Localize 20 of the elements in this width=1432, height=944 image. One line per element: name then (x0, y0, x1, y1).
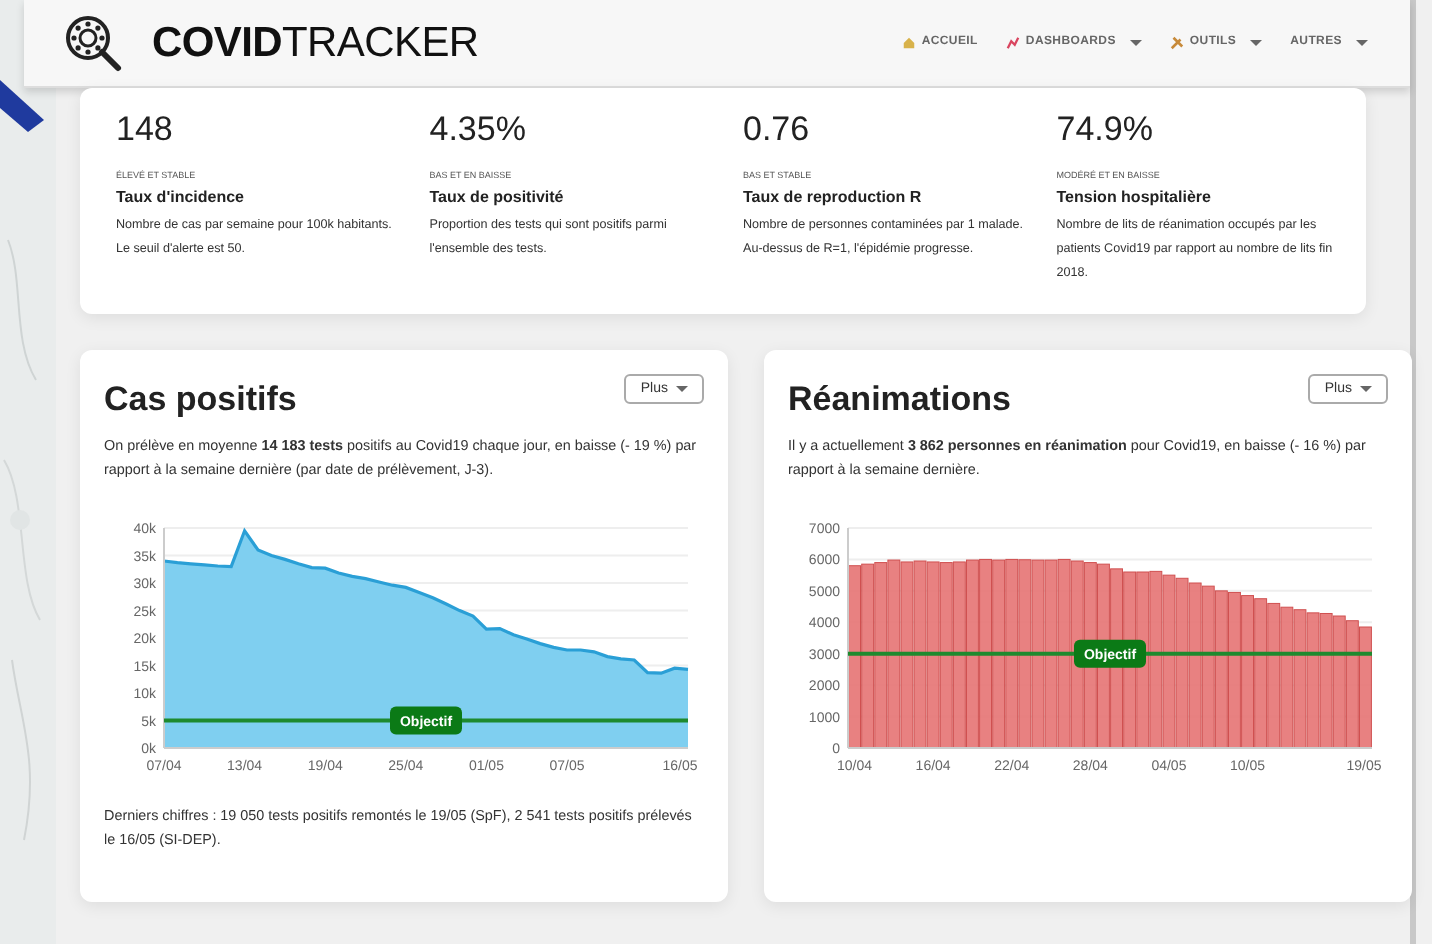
indicator-title: Taux d'incidence (116, 186, 246, 211)
panel-title: Cas positifs (104, 378, 297, 423)
indicator-value: 148 (116, 108, 175, 152)
indicator-title: Tension hospitalière (1056, 186, 1213, 211)
caret-icon (1360, 386, 1372, 393)
caret-icon (1129, 40, 1142, 46)
caret-icon (676, 386, 688, 393)
indicator-title: Taux de reproduction R (743, 186, 924, 211)
indicator-value: 4.35% (429, 108, 528, 152)
panel-title: Réanimations (788, 378, 1011, 423)
indicator-value: 0.76 (743, 108, 812, 152)
tools-icon (1169, 36, 1184, 50)
house-icon (901, 36, 916, 50)
caret-icon (1250, 40, 1263, 46)
indicator-title: Taux de positivité (429, 186, 566, 211)
brand-title[interactable]: COVIDTRACKER (152, 11, 479, 75)
caret-icon (1356, 40, 1368, 46)
logo-icon (64, 13, 124, 73)
chart-icon (1005, 36, 1020, 50)
indicator-value: 74.9% (1056, 108, 1155, 152)
